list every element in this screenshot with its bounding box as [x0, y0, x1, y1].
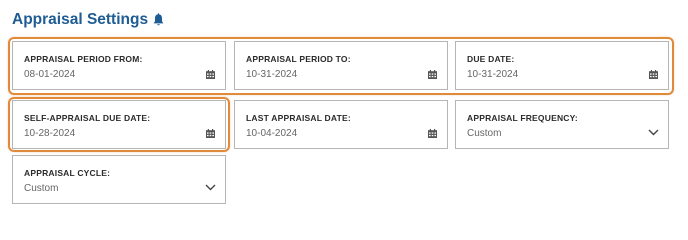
- last-appraisal-date-value: 10-04-2024: [246, 128, 298, 139]
- appraisal-period-from-value: 08-01-2024: [24, 69, 76, 80]
- self-appraisal-due-date-label: SELF-APPRAISAL DUE DATE:: [24, 113, 151, 123]
- self-appraisal-due-date-value: 10-28-2024: [24, 128, 76, 139]
- section-title: Appraisal Settings: [12, 11, 165, 29]
- calendar-icon[interactable]: [206, 70, 215, 79]
- due-date-value: 10-31-2024: [467, 69, 519, 80]
- chevron-down-icon[interactable]: [205, 184, 216, 191]
- section-title-text: Appraisal Settings: [12, 11, 149, 28]
- last-appraisal-date-label: LAST APPRAISAL DATE:: [246, 113, 351, 123]
- calendar-icon[interactable]: [428, 70, 437, 79]
- appraisal-period-to-field[interactable]: APPRAISAL PERIOD TO: 10-31-2024: [234, 41, 448, 90]
- appraisal-period-from-field[interactable]: APPRAISAL PERIOD FROM: 08-01-2024: [12, 41, 226, 90]
- last-appraisal-date-field[interactable]: LAST APPRAISAL DATE: 10-04-2024: [234, 100, 448, 149]
- appraisal-period-from-label: APPRAISAL PERIOD FROM:: [24, 54, 143, 64]
- bell-icon: [153, 13, 164, 26]
- calendar-icon[interactable]: [428, 129, 437, 138]
- appraisal-frequency-value: Custom: [467, 128, 502, 139]
- appraisal-cycle-select[interactable]: APPRAISAL CYCLE: Custom: [12, 155, 226, 204]
- appraisal-period-to-label: APPRAISAL PERIOD TO:: [246, 54, 351, 64]
- chevron-down-icon[interactable]: [648, 129, 659, 136]
- calendar-icon[interactable]: [649, 70, 658, 79]
- appraisal-cycle-label: APPRAISAL CYCLE:: [24, 168, 111, 178]
- appraisal-frequency-select[interactable]: APPRAISAL FREQUENCY: Custom: [455, 100, 669, 149]
- due-date-label: DUE DATE:: [467, 54, 515, 64]
- appraisal-cycle-value: Custom: [24, 183, 59, 194]
- due-date-field[interactable]: DUE DATE: 10-31-2024: [455, 41, 669, 90]
- self-appraisal-due-date-field[interactable]: SELF-APPRAISAL DUE DATE: 10-28-2024: [12, 100, 226, 149]
- appraisal-period-to-value: 10-31-2024: [246, 69, 298, 80]
- appraisal-frequency-label: APPRAISAL FREQUENCY:: [467, 113, 578, 123]
- calendar-icon[interactable]: [206, 129, 215, 138]
